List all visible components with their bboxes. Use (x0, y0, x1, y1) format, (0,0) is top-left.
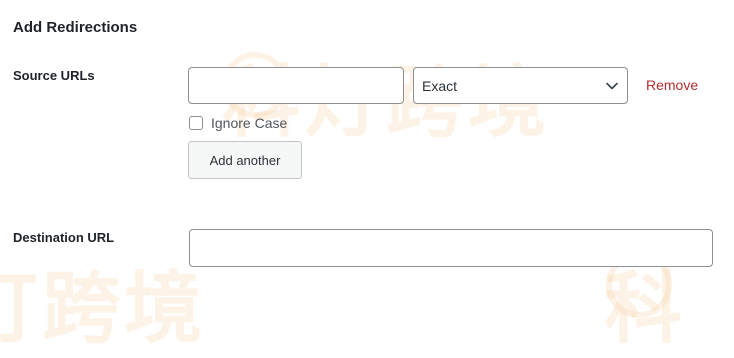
source-urls-label: Source URLs (13, 68, 95, 83)
ignore-case-label: Ignore Case (211, 115, 288, 131)
match-type-select[interactable]: Exact (413, 67, 628, 104)
section-title: Add Redirections (13, 19, 138, 36)
destination-url-label: Destination URL (13, 230, 115, 245)
watermark-text: 灯跨境 (0, 264, 207, 354)
ignore-case-checkbox[interactable] (189, 116, 203, 130)
match-type-value: Exact (422, 77, 458, 94)
source-url-input[interactable] (188, 67, 404, 104)
destination-url-input[interactable] (189, 229, 713, 267)
chevron-down-icon (605, 79, 619, 93)
add-another-button[interactable]: Add another (188, 141, 302, 179)
remove-link[interactable]: Remove (646, 77, 698, 93)
ignore-case-option[interactable]: Ignore Case (189, 115, 287, 131)
